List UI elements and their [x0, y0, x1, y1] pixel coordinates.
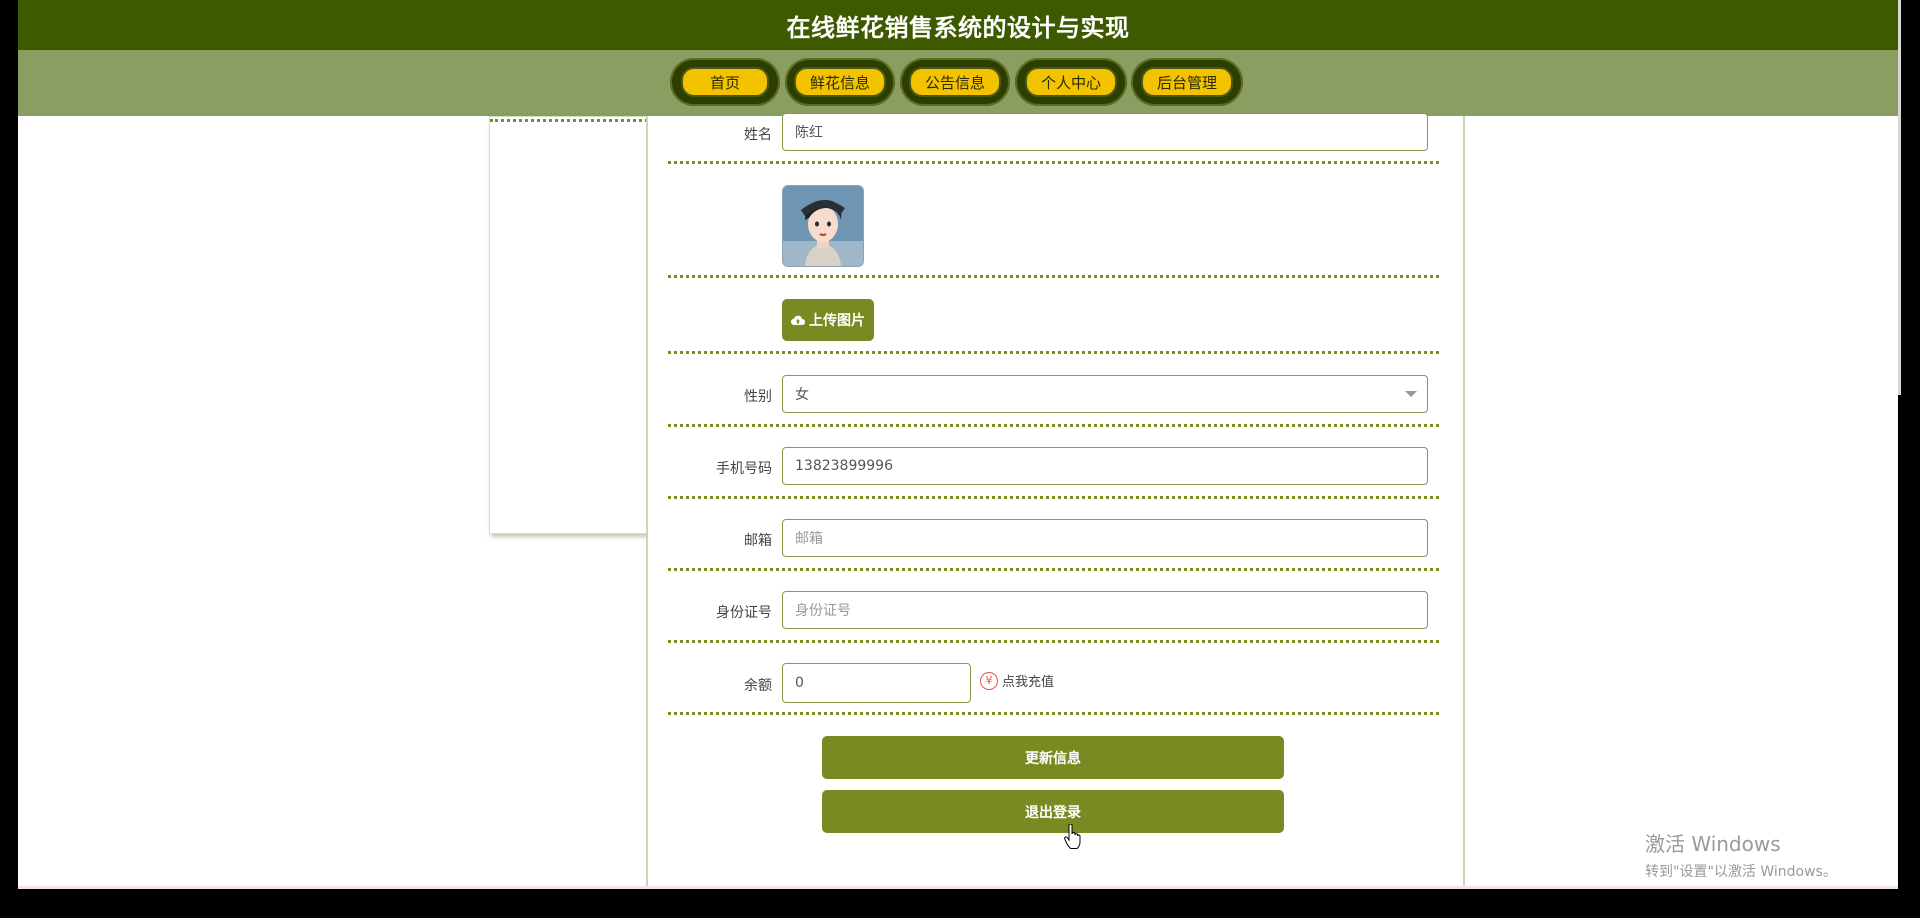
update-info-button[interactable]: 更新信息: [822, 736, 1284, 779]
nav-label-announcements: 公告信息: [908, 67, 1001, 97]
windows-activation-watermark: 激活 Windows 转到"设置"以激活 Windows。: [1645, 828, 1837, 881]
hand-pointer-icon: [1064, 824, 1081, 849]
gender-value: 女: [795, 387, 809, 403]
page-title: 在线鲜花销售系统的设计与实现: [786, 13, 1130, 42]
name-input[interactable]: 陈红: [782, 113, 1428, 151]
upload-image-button[interactable]: 上传图片: [782, 299, 874, 341]
avatar-image: [783, 186, 863, 266]
scrollbar[interactable]: [1898, 0, 1901, 395]
upload-image-label: 上传图片: [809, 313, 865, 329]
chevron-down-icon: [1405, 391, 1417, 397]
recharge-label: 点我充值: [1002, 675, 1055, 690]
phone-label: 手机号码: [716, 461, 772, 477]
row-divider: [668, 640, 1439, 643]
gender-label: 性别: [744, 389, 772, 405]
row-divider: [668, 568, 1439, 571]
email-input[interactable]: 邮箱: [782, 519, 1428, 557]
watermark-line2: 转到"设置"以激活 Windows。: [1645, 864, 1837, 880]
nav-label-personal-center: 个人中心: [1024, 67, 1117, 97]
yen-icon: ¥: [980, 671, 998, 690]
idcard-input[interactable]: 身份证号: [782, 591, 1428, 629]
cloud-upload-icon: [791, 315, 805, 325]
row-divider: [668, 161, 1439, 164]
nav-label-flowers: 鲜花信息: [793, 67, 886, 97]
row-divider: [668, 424, 1439, 427]
side-panel-divider: [490, 119, 648, 122]
title-bar: 在线鲜花销售系统的设计与实现: [18, 0, 1898, 50]
watermark-line1: 激活 Windows: [1645, 832, 1781, 856]
balance-label: 余额: [744, 678, 772, 694]
balance-input[interactable]: 0: [782, 663, 971, 703]
nav-item-admin[interactable]: 后台管理: [1131, 58, 1243, 106]
email-label: 邮箱: [744, 533, 772, 549]
idcard-label: 身份证号: [716, 605, 772, 621]
nav-item-flowers[interactable]: 鲜花信息: [785, 58, 895, 106]
avatar: [782, 185, 864, 267]
row-divider: [668, 712, 1439, 715]
row-divider: [668, 275, 1439, 278]
name-label: 姓名: [744, 127, 772, 143]
page: 在线鲜花销售系统的设计与实现 首页 鲜花信息 公告信息 个人中心 后台管理 姓名…: [18, 0, 1898, 888]
nav-item-personal-center[interactable]: 个人中心: [1015, 58, 1127, 106]
nav-label-admin: 后台管理: [1140, 67, 1233, 97]
bottom-strip: [18, 886, 1898, 889]
phone-input[interactable]: 13823899996: [782, 447, 1428, 485]
row-divider: [668, 351, 1439, 354]
logout-button[interactable]: 退出登录: [822, 790, 1284, 833]
side-panel: [489, 116, 649, 534]
recharge-link[interactable]: ¥ 点我充值: [980, 671, 1054, 690]
nav-item-announcements[interactable]: 公告信息: [900, 58, 1010, 106]
row-divider: [668, 496, 1439, 499]
nav-label-home: 首页: [681, 67, 769, 97]
gender-select[interactable]: 女: [782, 375, 1428, 413]
nav-item-home[interactable]: 首页: [670, 58, 780, 106]
